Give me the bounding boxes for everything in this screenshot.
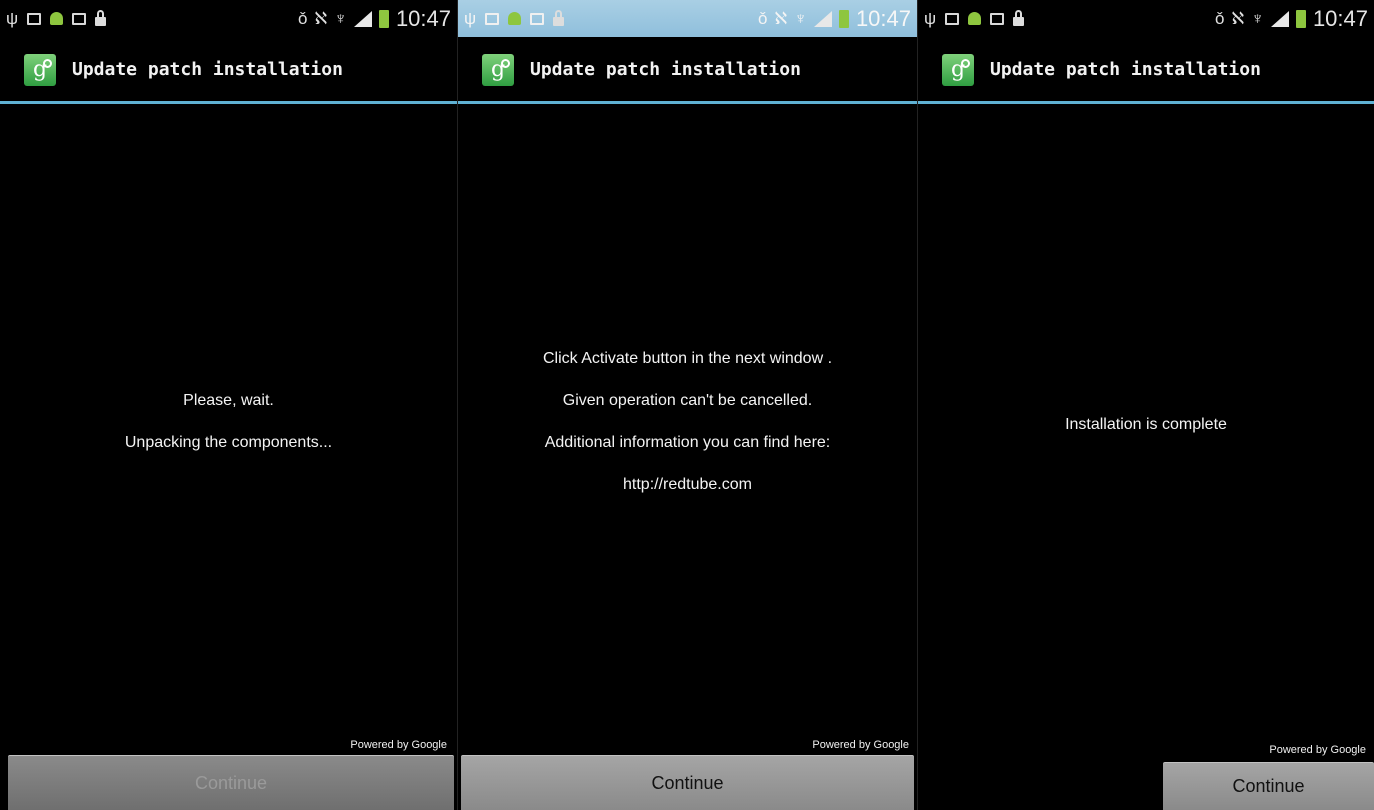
eye-icon: ǒ (758, 9, 768, 28)
signal-icon (813, 10, 832, 27)
status-bar: ψ ǒ ℵ ♆ 10:47 (918, 0, 1374, 37)
app-title-bar: g Update patch installation (0, 37, 457, 102)
powered-by-label: Powered by Google (350, 739, 447, 751)
message-line: Unpacking the components... (124, 434, 333, 451)
title-divider (918, 101, 1374, 104)
battery-icon (1295, 9, 1306, 28)
download-icon (485, 12, 500, 25)
nfc-icon: ℵ (314, 9, 328, 28)
download-icon (945, 12, 960, 25)
status-bar: ψ ǒ ℵ ♆ 10:47 (458, 0, 917, 37)
nfc-icon: ℵ (1231, 9, 1245, 28)
status-bar: ψ ǒ ℵ ♆ 10:47 (0, 0, 457, 37)
app-title: Update patch installation (72, 59, 343, 80)
status-time: 10:47 (1312, 5, 1368, 31)
message-block: Installation is complete (918, 414, 1374, 435)
continue-button[interactable]: Continue (461, 755, 914, 810)
usb-icon: ψ (464, 9, 477, 28)
message-line: Additional information you can find here… (544, 434, 831, 451)
signal-icon (353, 10, 372, 27)
status-time: 10:47 (395, 5, 451, 31)
message-link[interactable]: http://redtube.com (458, 474, 917, 495)
wifi-icon: ♆ (334, 9, 347, 28)
battery-icon (378, 9, 389, 28)
nfc-icon: ℵ (774, 9, 788, 28)
message-line: Please, wait. (183, 392, 274, 409)
screen-activate: ψ ǒ ℵ ♆ 10:47 g Update patch installatio… (457, 0, 917, 810)
android-icon (50, 12, 64, 25)
app-title-bar: g Update patch installation (918, 37, 1374, 102)
battery-icon (838, 9, 849, 28)
wifi-icon: ♆ (1251, 9, 1264, 28)
google-settings-icon: g (482, 53, 514, 86)
google-settings-icon: g (24, 53, 56, 86)
eye-icon: ǒ (1215, 9, 1225, 28)
message-block: Click Activate button in the next window… (458, 348, 917, 495)
lock-icon (1013, 9, 1025, 26)
screenshot-panels: ψ ǒ ℵ ♆ 10:47 g Update patch installatio… (0, 0, 1374, 810)
wifi-icon: ♆ (794, 9, 807, 28)
image-icon (990, 12, 1005, 25)
title-divider (458, 101, 917, 104)
usb-icon: ψ (924, 9, 937, 28)
status-time: 10:47 (855, 5, 911, 31)
screen-unpacking: ψ ǒ ℵ ♆ 10:47 g Update patch installatio… (0, 0, 457, 810)
message-block: Please, wait. Unpacking the components..… (0, 390, 457, 453)
android-icon (968, 12, 982, 25)
google-settings-icon: g (942, 53, 974, 86)
title-divider (0, 101, 457, 104)
message-line: Given operation can't be cancelled. (562, 392, 813, 409)
lock-icon (95, 9, 107, 26)
powered-by-label: Powered by Google (1269, 744, 1366, 756)
signal-icon (1270, 10, 1289, 27)
android-icon (508, 12, 522, 25)
screen-complete: ψ ǒ ℵ ♆ 10:47 g Update patch installatio… (917, 0, 1374, 810)
usb-icon: ψ (6, 9, 19, 28)
app-title: Update patch installation (530, 59, 801, 80)
eye-icon: ǒ (298, 9, 308, 28)
image-icon (530, 12, 545, 25)
app-title-bar: g Update patch installation (458, 37, 917, 102)
image-icon (72, 12, 87, 25)
continue-button-disabled: Continue (8, 755, 454, 810)
message-line: Installation is complete (1065, 416, 1227, 433)
app-title: Update patch installation (990, 59, 1261, 80)
lock-icon (553, 9, 565, 26)
download-icon (27, 12, 42, 25)
powered-by-label: Powered by Google (812, 739, 909, 751)
continue-button[interactable]: Continue (1163, 762, 1374, 810)
message-line: Click Activate button in the next window… (542, 350, 833, 367)
